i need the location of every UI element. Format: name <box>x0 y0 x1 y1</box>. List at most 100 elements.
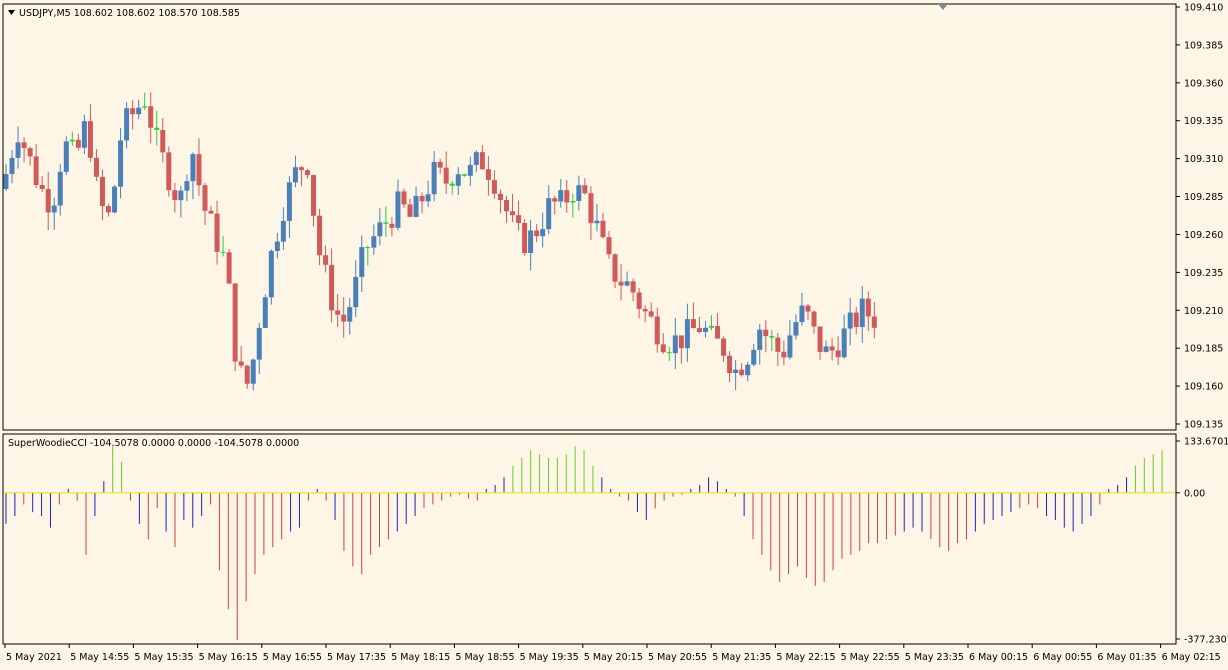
candle-body <box>558 190 564 202</box>
candle-body <box>341 314 347 322</box>
candle-body <box>407 204 413 217</box>
chart-canvas[interactable]: 109.410 109.385 109.360 109.335 109.310 109.2… <box>0 0 1228 670</box>
time-tick-label: 5 May 14:55 <box>70 652 129 663</box>
candle-body <box>298 167 304 171</box>
candle-body <box>148 106 154 128</box>
candle-body <box>106 206 112 213</box>
price-tick-label: 109.135 <box>1184 420 1223 431</box>
candle-body <box>660 344 666 353</box>
candle-body <box>793 322 799 336</box>
time-tick-label: 5 May 22:15 <box>776 652 835 663</box>
candle-body <box>51 205 57 213</box>
candle-body <box>329 264 335 311</box>
indicator-panel[interactable] <box>2 433 1177 645</box>
candle-body <box>871 316 877 328</box>
candle-body <box>769 336 775 338</box>
candle-body <box>136 107 142 115</box>
candle-body <box>461 174 467 176</box>
indicator-tick-label: 0.00 <box>1184 488 1205 499</box>
candle-body <box>347 307 353 322</box>
candle-body <box>262 297 268 328</box>
candle-body <box>564 190 570 203</box>
candle-body <box>280 220 286 242</box>
candle-body <box>401 191 407 205</box>
candle-body <box>781 351 787 358</box>
candle-body <box>172 190 178 201</box>
candle-body <box>63 141 69 172</box>
time-tick-label: 5 May 23:35 <box>905 652 964 663</box>
indicator-info-text: SuperWoodieCCI -104.5078 0.0000 0.0000 -… <box>8 438 299 449</box>
candle-body <box>817 326 823 352</box>
price-tick-label: 109.310 <box>1184 154 1223 165</box>
candle-body <box>823 346 829 352</box>
candle-body <box>323 255 329 265</box>
candle-body <box>467 164 473 176</box>
candle-body <box>859 298 865 328</box>
candle-body <box>600 220 606 238</box>
candle-body <box>112 186 118 213</box>
time-axis[interactable]: 5 May 2021 5 May 14:55 5 May 15:35 5 May 16… <box>4 644 1221 663</box>
candle-body <box>87 121 93 158</box>
price-tick-label: 109.410 <box>1184 3 1223 14</box>
candle-body <box>745 364 751 376</box>
candle-body <box>45 189 51 213</box>
time-tick-label: 5 May 15:35 <box>134 652 193 663</box>
candle-body <box>377 222 383 237</box>
candle-body <box>721 338 727 356</box>
candle-body <box>250 359 256 384</box>
candle-body <box>479 152 485 170</box>
price-tick-label: 109.335 <box>1184 116 1223 127</box>
candle-body <box>841 328 847 358</box>
candle-body <box>624 281 630 286</box>
time-tick-label: 5 May 2021 <box>6 652 62 663</box>
candle-body <box>715 326 721 339</box>
candle-body <box>865 298 871 317</box>
candle-body <box>799 305 805 323</box>
candle-body <box>184 181 190 191</box>
candle-body <box>33 156 39 185</box>
price-tick-label: 109.285 <box>1184 192 1223 203</box>
candle-body <box>3 174 9 189</box>
candle-body <box>757 329 763 350</box>
candle-body <box>811 311 817 327</box>
candle-body <box>389 223 395 228</box>
candle-body <box>166 152 172 191</box>
candle-body <box>383 222 389 224</box>
candle-body <box>739 369 745 376</box>
candle-body <box>516 215 522 223</box>
candle-body <box>220 251 226 253</box>
candle-body <box>847 312 853 329</box>
price-tick-label: 109.235 <box>1184 268 1223 279</box>
candle-body <box>696 328 702 332</box>
candle-body <box>805 305 811 312</box>
time-tick-label: 5 May 18:55 <box>455 652 514 663</box>
candle-body <box>727 355 733 373</box>
candle-body <box>709 326 715 328</box>
candle-body <box>93 157 99 177</box>
candle-body <box>654 316 660 345</box>
price-scale[interactable]: 109.410 109.385 109.360 109.335 109.310 109.2… <box>1176 3 1223 431</box>
candle-body <box>449 183 455 186</box>
candle-body <box>413 195 419 217</box>
candle-body <box>118 140 124 187</box>
indicator-tick-label: 133.6701 <box>1184 437 1228 448</box>
chart-window[interactable]: 109.410 109.385 109.360 109.335 109.310 109.2… <box>0 0 1228 670</box>
candle-body <box>208 210 214 214</box>
indicator-tick-label: -377.2307 <box>1184 635 1228 646</box>
time-tick-label: 5 May 19:35 <box>520 652 579 663</box>
candle-body <box>256 327 262 360</box>
candle-body <box>75 139 81 148</box>
candle-body <box>497 193 503 200</box>
candle-body <box>606 237 612 255</box>
candle-body <box>672 335 678 354</box>
time-tick-label: 5 May 16:15 <box>199 652 258 663</box>
main-info-text: USDJPY,M5 108.602 108.602 108.570 108.58… <box>19 8 240 19</box>
candle-body <box>81 121 87 148</box>
candle-body <box>455 174 461 186</box>
candle-body <box>9 157 15 175</box>
candle-body <box>678 335 684 349</box>
candle-body <box>540 229 546 237</box>
indicator-scale[interactable]: 133.6701 0.00 -377.2307 <box>1176 437 1228 646</box>
candle-body <box>142 106 148 108</box>
candle-body <box>510 211 516 216</box>
